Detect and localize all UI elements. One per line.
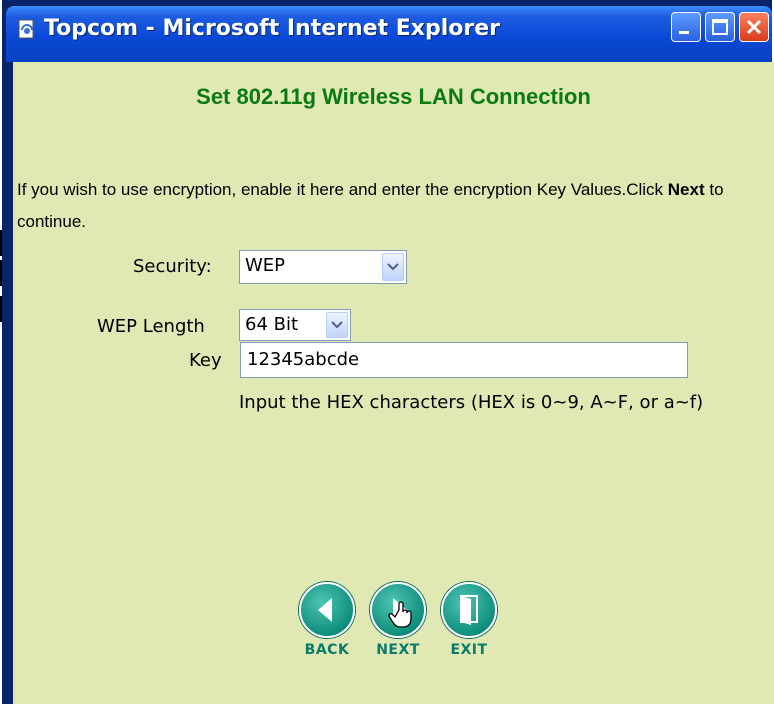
- intro-text: If you wish to use encryption, enable it…: [17, 174, 757, 238]
- key-hint: Input the HEX characters (HEX is 0~9, A~…: [239, 392, 704, 413]
- security-label: Security:: [133, 256, 212, 277]
- page-title: Set 802.11g Wireless LAN Connection: [196, 84, 591, 109]
- key-input[interactable]: 12345abcde: [240, 342, 688, 378]
- browser-window: Topcom - Microsoft Internet Explorer Set…: [2, 0, 774, 704]
- window-title: Topcom - Microsoft Internet Explorer: [44, 16, 501, 41]
- close-icon: [746, 19, 762, 35]
- chevron-down-icon: [387, 263, 399, 271]
- close-button[interactable]: [739, 12, 769, 42]
- maximize-button[interactable]: [705, 12, 735, 42]
- exit-button[interactable]: [441, 582, 497, 638]
- exit-door-icon: [460, 595, 478, 625]
- chevron-down-icon: [331, 321, 343, 329]
- wep-length-label: WEP Length: [97, 316, 205, 337]
- security-select-value: WEP: [245, 255, 286, 276]
- back-button[interactable]: [299, 582, 355, 638]
- hand-cursor-icon: [388, 601, 412, 628]
- minimize-icon: [679, 31, 689, 34]
- next-arrow-icon: [388, 598, 412, 628]
- security-select[interactable]: WEP: [239, 250, 407, 284]
- wep-length-select[interactable]: 64 Bit: [239, 309, 351, 341]
- title-bar[interactable]: Topcom - Microsoft Internet Explorer: [6, 6, 772, 62]
- page-content: Set 802.11g Wireless LAN Connection If y…: [11, 62, 774, 704]
- back-arrow-icon: [318, 598, 332, 622]
- minimize-button[interactable]: [671, 12, 701, 42]
- wep-length-select-value: 64 Bit: [245, 314, 299, 335]
- wep-length-dropdown-button[interactable]: [326, 312, 348, 338]
- back-label[interactable]: BACK: [292, 642, 362, 658]
- ie-page-icon: [18, 19, 34, 39]
- security-dropdown-button[interactable]: [382, 253, 404, 281]
- next-button[interactable]: [370, 582, 426, 638]
- intro-next-emphasis: Next: [667, 180, 705, 199]
- next-label[interactable]: NEXT: [363, 642, 433, 658]
- maximize-icon: [712, 19, 728, 35]
- exit-label[interactable]: EXIT: [434, 642, 504, 658]
- intro-text-part1: If you wish to use encryption, enable it…: [17, 180, 668, 199]
- key-label: Key: [189, 350, 222, 371]
